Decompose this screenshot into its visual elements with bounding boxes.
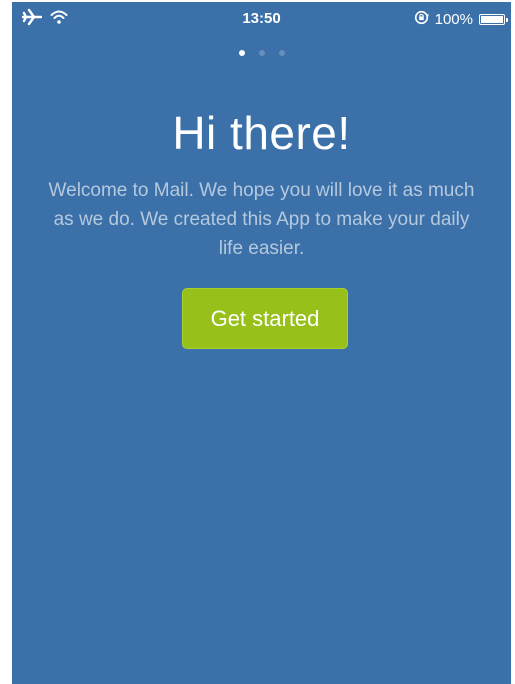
battery-fill [481, 15, 503, 23]
battery-tip [506, 17, 508, 22]
welcome-message: Welcome to Mail. We hope you will love i… [48, 180, 475, 259]
get-started-button[interactable]: Get started [182, 288, 348, 349]
onboarding-screen: 13:50 100% Hi there! Welcome to Mail. We… [12, 2, 511, 684]
battery-percent: 100% [434, 10, 473, 28]
status-bar: 13:50 100% [12, 2, 511, 36]
status-right: 100% [414, 9, 508, 29]
page-dot[interactable] [238, 50, 245, 56]
page-dot[interactable] [278, 50, 285, 56]
page-dot[interactable] [258, 50, 265, 56]
battery-icon [479, 13, 508, 25]
page-title: Hi there! [172, 107, 351, 159]
page-indicator[interactable] [12, 50, 511, 56]
rotation-lock-icon [414, 10, 429, 29]
